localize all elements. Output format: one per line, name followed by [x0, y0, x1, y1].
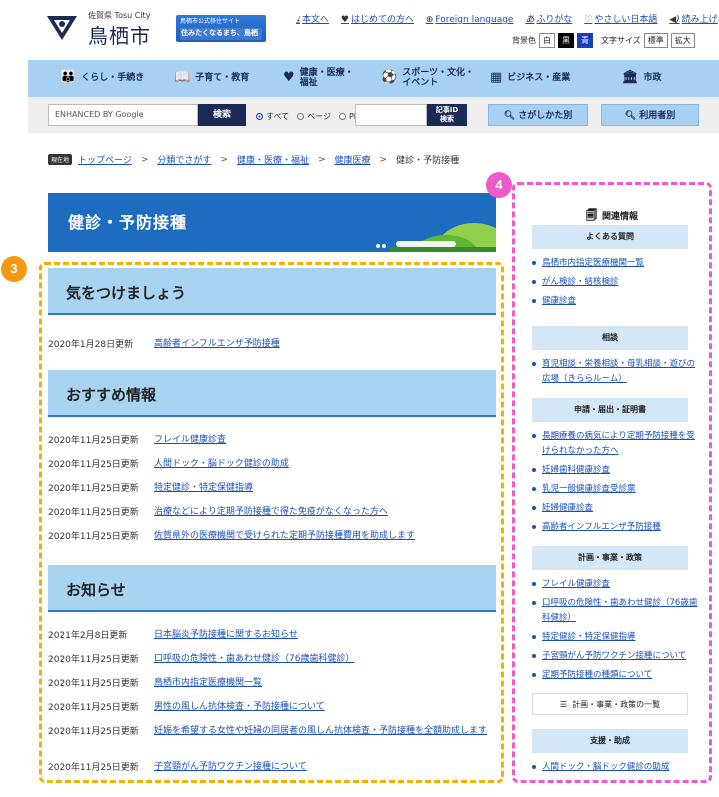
- breadcrumb-top[interactable]: トップページ: [78, 153, 132, 166]
- link-read-aloud[interactable]: ◀) 読み上げ: [669, 15, 717, 25]
- breadcrumb-current: 健診・予防接種: [396, 156, 460, 166]
- banner-main-text: 住みたくなるまち、鳥栖: [180, 28, 262, 41]
- link-furigana[interactable]: あふりがな: [525, 15, 572, 25]
- breadcrumb: 現在地 トップページ > 分類でさがす > 健康・医療・福祉 > 健康医療 > …: [48, 153, 459, 166]
- breadcrumb-separator: >: [220, 154, 228, 165]
- nav-city-admin[interactable]: 🏛 市政: [622, 70, 662, 86]
- radio-page-label: ページ: [307, 112, 331, 121]
- annotation-box-4: [512, 182, 712, 783]
- google-search-placeholder: ENHANCED BY Google: [55, 110, 144, 119]
- nav-city-admin-label: 市政: [643, 72, 662, 83]
- bg-blue-button[interactable]: 青: [577, 33, 593, 48]
- fontsize-label: 文字サイズ: [601, 36, 641, 45]
- search-bar: ENHANCED BY Google 検索 すべて ページ PDF 記事ID 検…: [28, 97, 719, 133]
- find-by-category-label: さがしかた別: [518, 111, 573, 121]
- globe-icon: ⊕: [425, 15, 434, 25]
- nav-health[interactable]: ♥ 健康・医療・ 福祉: [283, 67, 354, 89]
- breadcrumb-separator: >: [317, 154, 326, 165]
- bg-black-button[interactable]: 黒: [558, 33, 574, 48]
- radio-checked-icon: [256, 113, 263, 120]
- radio-page[interactable]: ページ: [297, 111, 331, 122]
- main-nav: 👪 くらし・手続き 📖 子育て・教育 ♥ 健康・医療・ 福祉 ⚽ スポーツ・文化…: [28, 60, 719, 97]
- find-by-user-label: 利用者別: [639, 111, 676, 121]
- family-icon: 👪: [60, 70, 77, 86]
- display-settings: 背景色 白 黒 青 文字サイズ 標準 拡大: [512, 33, 695, 48]
- book-icon: 📖: [174, 70, 191, 86]
- nav-business[interactable]: ▦ ビジネス・産業: [490, 70, 571, 86]
- nav-living-label: くらし・手続き: [81, 72, 145, 83]
- beginner-icon: ♥: [340, 15, 349, 25]
- annotation-badge-4: 4: [486, 172, 512, 198]
- link-easy-japanese[interactable]: ♡ やさしい日本語: [584, 15, 657, 25]
- breadcrumb-category[interactable]: 分類でさがす: [157, 153, 211, 166]
- find-by-user-button[interactable]: 🔍︎ 利用者別: [601, 104, 699, 126]
- heart-icon: ♥: [283, 70, 295, 86]
- breadcrumb-separator: >: [379, 154, 388, 165]
- google-search-input[interactable]: ENHANCED BY Google: [48, 104, 198, 126]
- search-icon: 🔍︎: [624, 111, 640, 121]
- speaker-icon: ◀): [669, 15, 680, 25]
- nav-living[interactable]: 👪 くらし・手続き: [60, 70, 145, 86]
- radio-unchecked-icon: [297, 113, 305, 120]
- building-icon: 🏛: [622, 70, 639, 86]
- landscape-illustration: [376, 223, 496, 252]
- bgcolor-label: 背景色: [512, 36, 536, 45]
- radio-all-label: すべて: [266, 112, 290, 121]
- font-large-button[interactable]: 拡大: [670, 33, 695, 48]
- annotation-badge-3: 3: [1, 256, 27, 282]
- nav-childcare-label: 子育て・教育: [195, 72, 250, 83]
- nav-childcare[interactable]: 📖 子育て・教育: [174, 70, 250, 86]
- font-standard-button[interactable]: 標準: [643, 33, 668, 48]
- search-scope-radios: すべて ページ PDF: [256, 111, 365, 122]
- annotation-box-3: [39, 262, 504, 783]
- nav-sports[interactable]: ⚽ スポーツ・文化・ イベント: [381, 67, 475, 89]
- furigana-icon: あ: [525, 15, 535, 25]
- logo-city-name[interactable]: 鳥栖市: [88, 20, 151, 49]
- utility-links: ⤓ 本文へ ♥ はじめての方へ ⊕ Foreign language あふりがな ♡ や…: [296, 12, 719, 25]
- find-by-category-button[interactable]: 🔍︎ さがしかた別: [488, 104, 588, 126]
- page-title: 健診・予防接種: [68, 213, 188, 232]
- easy-japanese-icon: ♡: [584, 15, 593, 25]
- link-foreign-language[interactable]: ⊕ Foreign language: [426, 15, 514, 25]
- link-first-visit[interactable]: ♥ はじめての方へ: [341, 15, 414, 25]
- link-skip-to-content[interactable]: ⤓ 本文へ: [296, 15, 329, 25]
- radio-unchecked-icon: [338, 113, 346, 120]
- business-icon: ▦: [490, 70, 503, 86]
- nav-sports-label: スポーツ・文化・ イベント: [402, 67, 475, 88]
- page-title-banner: 健診・予防接種: [48, 193, 496, 252]
- city-emblem-icon[interactable]: [45, 12, 79, 42]
- nav-business-label: ビジネス・産業: [507, 72, 571, 83]
- bg-white-button[interactable]: 白: [539, 33, 555, 48]
- sports-icon: ⚽: [381, 70, 398, 86]
- article-id-search-button[interactable]: 記事ID 検索: [427, 104, 467, 126]
- nav-health-label: 健康・医療・ 福祉: [299, 67, 354, 88]
- site-header: 佐賀県 Tosu City 鳥栖市 鳥栖市公式移住サイト 住みたくなるまち、鳥栖…: [0, 0, 719, 58]
- breadcrumb-health-medical[interactable]: 健康医療: [335, 153, 371, 166]
- article-id-input[interactable]: [355, 104, 427, 126]
- breadcrumb-separator: >: [140, 154, 149, 165]
- migration-site-banner[interactable]: 鳥栖市公式移住サイト 住みたくなるまち、鳥栖: [176, 15, 266, 42]
- radio-all[interactable]: すべて: [256, 111, 289, 122]
- search-button[interactable]: 検索: [198, 104, 246, 126]
- breadcrumb-health-welfare[interactable]: 健康・医療・福祉: [237, 153, 309, 166]
- download-icon: ⤓: [296, 15, 300, 25]
- banner-top-text: 鳥栖市公式移住サイト: [180, 18, 241, 25]
- current-location-badge: 現在地: [48, 154, 73, 165]
- search-icon: 🔍︎: [503, 111, 519, 121]
